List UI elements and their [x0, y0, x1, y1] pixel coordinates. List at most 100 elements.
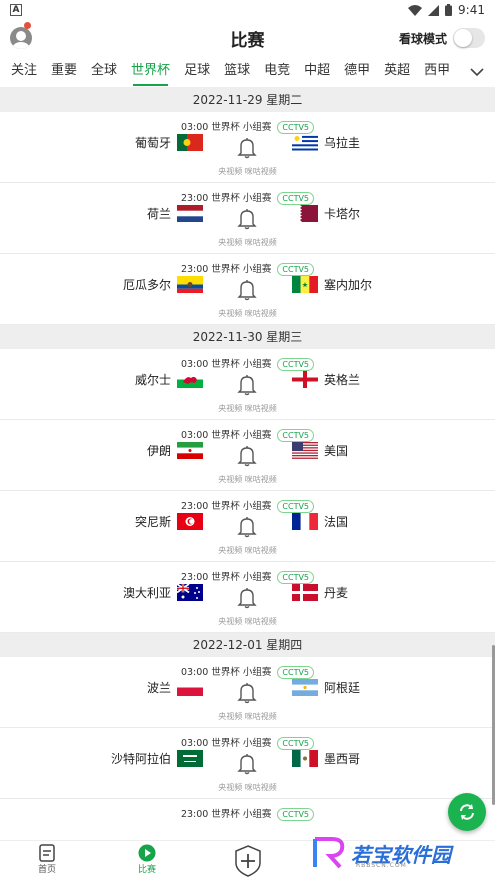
bell-icon[interactable] — [237, 279, 257, 305]
away-team-name: 乌拉圭 — [324, 136, 361, 150]
home-team: 突尼斯 — [135, 513, 203, 530]
home-team: 葡萄牙 — [135, 134, 203, 151]
watch-mode-toggle[interactable] — [453, 28, 485, 48]
video-sources: 央视频 咪咕视频 — [218, 167, 277, 176]
away-team-name: 英格兰 — [324, 373, 361, 387]
away-team: 美国 — [292, 442, 348, 459]
away-team-name: 丹麦 — [324, 586, 349, 600]
match-row[interactable]: 03:00 世界杯 小组赛 CCTV5 沙特阿拉伯 墨西哥 央视频 咪咕视频 — [0, 728, 495, 799]
nav-matches[interactable]: 比赛 — [138, 844, 156, 875]
bell-icon[interactable] — [237, 587, 257, 613]
tab-9[interactable]: 英超 — [377, 56, 417, 87]
nav-center[interactable] — [234, 845, 262, 877]
channel-badge: CCTV5 — [277, 263, 315, 276]
match-row[interactable]: 03:00 世界杯 小组赛 CCTV5 葡萄牙 乌拉圭央视频 咪咕视频 — [0, 112, 495, 183]
bell-icon[interactable] — [237, 208, 257, 234]
video-sources: 央视频 咪咕视频 — [218, 238, 277, 247]
status-bar: A 9:41 — [0, 0, 495, 20]
match-info: 03:00 世界杯 小组赛 CCTV5 — [0, 664, 495, 679]
home-flag-icon — [177, 584, 203, 601]
home-team-name: 厄瓜多尔 — [122, 278, 171, 292]
notification-icon: A — [10, 4, 22, 16]
chevron-down-icon — [470, 67, 484, 76]
channel-badge: CCTV5 — [277, 737, 315, 750]
bell-icon[interactable] — [237, 137, 257, 163]
match-row[interactable]: 23:00 世界杯 小组赛CCTV5克罗地亚比利时央视频 咪咕视频 — [0, 799, 495, 821]
match-time-league: 03:00 世界杯 小组赛 — [180, 430, 272, 441]
tab-4[interactable]: 足球 — [177, 56, 217, 87]
tab-0[interactable]: 关注 — [4, 56, 44, 87]
match-info: 03:00 世界杯 小组赛 CCTV5 — [0, 119, 495, 134]
bell-icon[interactable] — [237, 445, 257, 471]
match-row[interactable]: 03:00 世界杯 小组赛 CCTV5 波兰 阿根廷 央视频 咪咕视频 — [0, 657, 495, 728]
home-doc-icon — [39, 844, 55, 862]
tab-6[interactable]: 电竞 — [257, 56, 297, 87]
match-time-league: 23:00 世界杯 小组赛 — [180, 193, 272, 204]
home-flag-icon — [177, 134, 203, 151]
away-flag-icon — [292, 584, 318, 601]
tab-1[interactable]: 重要 — [44, 56, 84, 87]
status-time: 9:41 — [458, 3, 485, 17]
away-team-name: 卡塔尔 — [324, 207, 361, 221]
match-row[interactable]: 03:00 世界杯 小组赛 CCTV5 威尔士 英格兰央视频 咪咕视频 — [0, 349, 495, 420]
tab-8[interactable]: 德甲 — [337, 56, 377, 87]
bell-icon[interactable] — [237, 516, 257, 542]
match-row[interactable]: 23:00 世界杯 小组赛 CCTV5 突尼斯 法国 央视频 咪咕视频 — [0, 491, 495, 562]
away-team-name: 法国 — [324, 515, 349, 529]
nav-home[interactable]: 首页 — [38, 844, 56, 875]
channel-badge: CCTV5 — [277, 192, 315, 205]
away-flag-icon — [292, 750, 318, 767]
match-row[interactable]: 23:00 世界杯 小组赛 CCTV5 荷兰 卡塔尔央视频 咪咕视频 — [0, 183, 495, 254]
video-sources: 央视频 咪咕视频 — [218, 475, 277, 484]
bell-icon[interactable] — [237, 374, 257, 400]
nav-matches-label: 比赛 — [138, 865, 157, 875]
away-team-name: 墨西哥 — [324, 752, 361, 766]
watch-mode-label: 看球模式 — [398, 31, 447, 46]
match-row[interactable]: 03:00 世界杯 小组赛 CCTV5 伊朗 美国 央视频 咪咕视频 — [0, 420, 495, 491]
channel-badge: CCTV5 — [277, 571, 315, 584]
refresh-icon — [460, 804, 474, 820]
match-time-league: 03:00 世界杯 小组赛 — [180, 738, 272, 749]
match-row[interactable]: 23:00 世界杯 小组赛 CCTV5 厄瓜多尔 塞内加尔央视频 咪咕视频 — [0, 254, 495, 325]
home-team: 威尔士 — [135, 371, 203, 388]
bell-icon[interactable] — [237, 753, 257, 779]
match-row[interactable]: 23:00 世界杯 小组赛 CCTV5 澳大利亚 丹麦 央视频 咪咕视频 — [0, 562, 495, 633]
channel-badge: CCTV5 — [277, 429, 315, 442]
wifi-icon — [408, 4, 423, 16]
match-info: 23:00 世界杯 小组赛 CCTV5 — [0, 261, 495, 276]
tab-7[interactable]: 中超 — [297, 56, 337, 87]
home-team-name: 波兰 — [146, 681, 171, 695]
away-team: 卡塔尔 — [292, 205, 360, 222]
video-sources: 央视频 咪咕视频 — [218, 617, 277, 626]
match-list: 2022-11-29 星期二 03:00 世界杯 小组赛 CCTV5 葡萄牙 乌拉圭 央视… — [0, 88, 495, 821]
tab-5[interactable]: 篮球 — [217, 56, 257, 87]
match-time-league: 23:00 世界杯 小组赛 — [180, 501, 272, 512]
video-sources: 央视频 咪咕视频 — [218, 309, 277, 318]
home-team: 荷兰 — [147, 205, 203, 222]
channel-badge: CCTV5 — [277, 808, 315, 821]
away-flag-icon — [292, 134, 318, 151]
tab-10[interactable]: 西甲 — [417, 56, 457, 87]
match-info: 03:00 世界杯 小组赛 CCTV5 — [0, 356, 495, 371]
tabs-expand-button[interactable] — [459, 56, 495, 87]
home-team-name: 威尔士 — [134, 373, 171, 387]
tab-3[interactable]: 世界杯 — [124, 56, 177, 87]
away-team: 塞内加尔 — [292, 276, 372, 293]
match-info: 23:00 世界杯 小组赛 CCTV5 — [0, 498, 495, 513]
watermark-sub: RBBSCN.COM — [356, 862, 407, 869]
tab-2[interactable]: 全球 — [84, 56, 124, 87]
home-team-name: 突尼斯 — [134, 515, 171, 529]
away-team: 丹麦 — [292, 584, 348, 601]
away-flag-icon — [292, 442, 318, 459]
channel-badge: CCTV5 — [277, 500, 315, 513]
away-flag-icon — [292, 205, 318, 222]
bell-icon[interactable] — [237, 682, 257, 708]
video-sources: 央视频 咪咕视频 — [218, 404, 277, 413]
away-flag-icon — [292, 513, 318, 530]
refresh-button[interactable] — [448, 793, 486, 831]
date-header: 2022-11-29 星期二 — [0, 88, 495, 112]
avatar[interactable] — [10, 27, 32, 49]
home-team-name: 荷兰 — [146, 207, 171, 221]
match-info: 23:00 世界杯 小组赛 CCTV5 — [0, 806, 495, 821]
match-time-league: 23:00 世界杯 小组赛 — [180, 809, 272, 820]
